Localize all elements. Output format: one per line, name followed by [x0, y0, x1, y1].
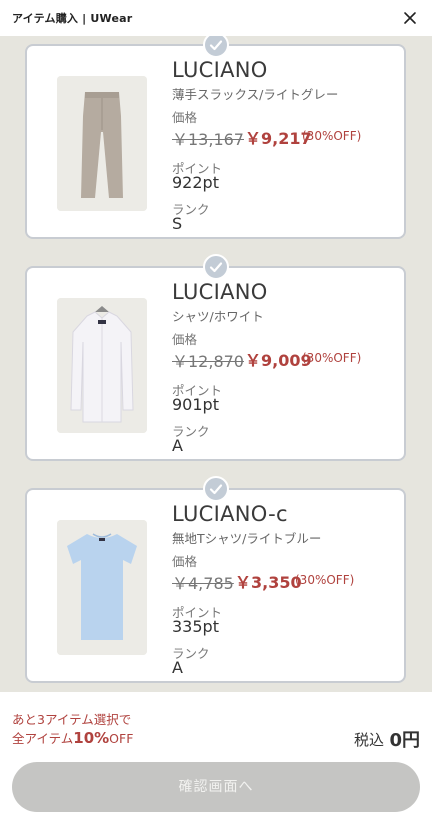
promo-line-2: 全アイテム10%OFF	[12, 728, 133, 747]
discount-badge: (30%OFF)	[295, 573, 355, 587]
sale-price: ￥3,350	[235, 573, 302, 592]
confirm-button[interactable]: 確認画面へ	[12, 762, 420, 812]
close-icon	[404, 12, 416, 24]
shirt-image	[57, 298, 147, 433]
original-price: ￥12,870	[172, 352, 244, 371]
selected-check[interactable]	[202, 476, 229, 502]
item-name: シャツ/ホワイト	[172, 309, 264, 324]
item-brand: LUCIANO	[172, 280, 268, 304]
item-image	[57, 520, 147, 655]
discount-badge: (30%OFF)	[302, 351, 362, 365]
points-value: 901pt	[172, 395, 219, 414]
rank-value: S	[172, 214, 183, 233]
item-card[interactable]: LUCIANO シャツ/ホワイト 価格 ￥12,870 ￥9,009 (30%O…	[25, 254, 406, 461]
tshirt-image	[57, 520, 147, 655]
rank-value: A	[172, 436, 183, 455]
item-brand: LUCIANO-c	[172, 502, 288, 526]
close-button[interactable]	[398, 6, 422, 30]
selected-check[interactable]	[202, 254, 229, 280]
item-brand: LUCIANO	[172, 58, 268, 82]
checkmark-icon	[209, 40, 222, 51]
promo-line-1: あと3アイテム選択で	[12, 712, 132, 727]
points-value: 922pt	[172, 173, 219, 192]
footer: あと3アイテム選択で 全アイテム10%OFF 税込 0円 確認画面へ	[0, 692, 432, 828]
item-name: 薄手スラックス/ライトグレー	[172, 87, 339, 102]
selected-check[interactable]	[202, 36, 229, 58]
price-label: 価格	[172, 332, 198, 347]
item-image	[57, 76, 147, 211]
page-title: アイテム購入 | UWear	[12, 12, 133, 25]
promo-suffix: OFF	[109, 731, 134, 746]
price-label: 価格	[172, 110, 198, 125]
checkmark-icon	[209, 262, 222, 273]
header: アイテム購入 | UWear	[0, 0, 432, 36]
points-value: 335pt	[172, 617, 219, 636]
price-label: 価格	[172, 554, 198, 569]
item-list[interactable]: LUCIANO 薄手スラックス/ライトグレー 価格 ￥13,167 ￥9,217…	[0, 36, 432, 692]
discount-badge: (30%OFF)	[302, 129, 362, 143]
total-value: 0円	[389, 730, 420, 751]
promo-prefix: 全アイテム	[12, 731, 74, 746]
total-label: 税込	[353, 731, 384, 749]
rank-value: A	[172, 658, 183, 677]
promo-highlight: 10%	[73, 729, 110, 747]
original-price: ￥4,785	[172, 574, 234, 593]
trousers-image	[57, 76, 147, 211]
item-name: 無地Tシャツ/ライトブルー	[172, 531, 322, 546]
original-price: ￥13,167	[172, 130, 244, 149]
checkmark-icon	[209, 484, 222, 495]
item-card[interactable]: LUCIANO-c 無地Tシャツ/ライトブルー 価格 ￥4,785 ￥3,350…	[25, 476, 406, 683]
item-image	[57, 298, 147, 433]
item-card[interactable]: LUCIANO 薄手スラックス/ライトグレー 価格 ￥13,167 ￥9,217…	[25, 36, 406, 239]
